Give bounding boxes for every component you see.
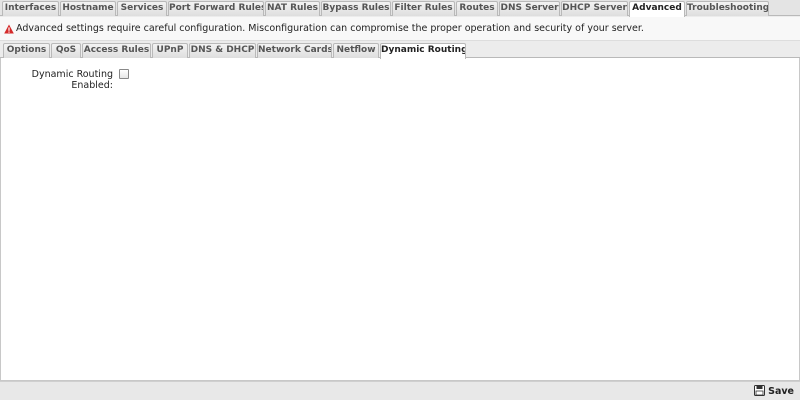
- tab-dhcp-server[interactable]: DHCP Server: [561, 1, 628, 16]
- tab-troubleshooting[interactable]: Troubleshooting: [686, 1, 769, 16]
- warning-message: Advanced settings require careful config…: [16, 23, 644, 34]
- main-tab-bar: Interfaces Hostname Services Port Forwar…: [0, 0, 800, 17]
- tab-netflow[interactable]: Netflow: [333, 43, 379, 58]
- dynamic-routing-enabled-label: Dynamic Routing Enabled:: [31, 69, 113, 91]
- tab-services[interactable]: Services: [117, 1, 167, 16]
- dynamic-routing-panel: Dynamic Routing Enabled:: [0, 58, 800, 381]
- tab-upnp[interactable]: UPnP: [152, 43, 188, 58]
- tab-dynamic-routing[interactable]: Dynamic Routing: [380, 43, 466, 59]
- save-button[interactable]: Save: [754, 385, 794, 398]
- warning-banner: Advanced settings require careful config…: [0, 17, 800, 41]
- tab-nat-rules[interactable]: NAT Rules: [265, 1, 320, 16]
- tab-filter-rules[interactable]: Filter Rules: [392, 1, 455, 16]
- footer-toolbar: Save: [0, 381, 800, 400]
- tab-hostname[interactable]: Hostname: [60, 1, 116, 16]
- dynamic-routing-enabled-checkbox[interactable]: [119, 69, 129, 79]
- tab-network-cards[interactable]: Network Cards: [257, 43, 332, 58]
- tab-dns-server[interactable]: DNS Server: [499, 1, 560, 16]
- floppy-disk-icon: [754, 385, 766, 396]
- tab-qos[interactable]: QoS: [51, 43, 81, 58]
- tab-interfaces[interactable]: Interfaces: [2, 1, 59, 16]
- tab-routes[interactable]: Routes: [456, 1, 498, 16]
- tab-port-forward-rules[interactable]: Port Forward Rules: [168, 1, 264, 16]
- tab-dns-dhcp[interactable]: DNS & DHCP: [189, 43, 256, 58]
- tab-advanced[interactable]: Advanced: [629, 1, 685, 17]
- tab-options[interactable]: Options: [3, 43, 50, 58]
- tab-bypass-rules[interactable]: Bypass Rules: [321, 1, 391, 16]
- advanced-sub-tab-bar: Options QoS Access Rules UPnP DNS & DHCP…: [0, 42, 800, 59]
- warning-triangle-icon: [4, 24, 14, 34]
- tab-access-rules[interactable]: Access Rules: [82, 43, 151, 58]
- save-label: Save: [768, 386, 794, 397]
